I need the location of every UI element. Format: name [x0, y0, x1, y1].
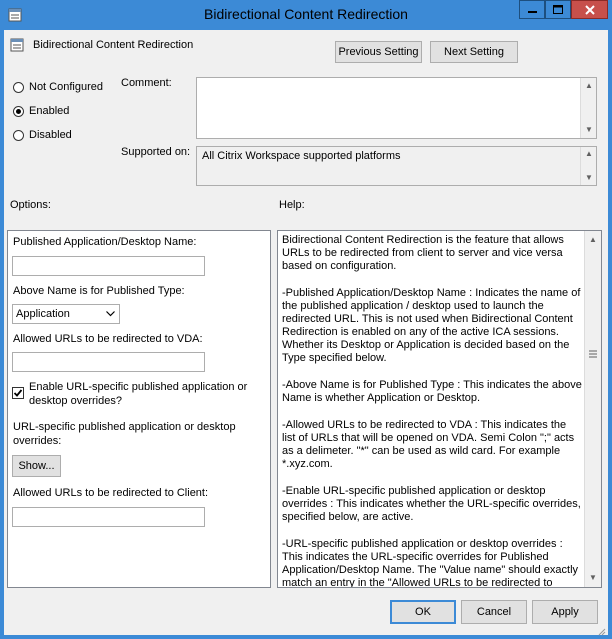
scroll-down-icon[interactable]: ▼	[581, 125, 597, 135]
comment-input[interactable]: ▲ ▼	[196, 77, 597, 139]
ok-button[interactable]: OK	[390, 600, 456, 624]
minimize-icon	[528, 11, 537, 13]
radio-not-configured-label: Not Configured	[29, 81, 103, 93]
enable-override-checkbox[interactable]	[12, 387, 24, 399]
cancel-button[interactable]: Cancel	[461, 600, 527, 624]
supported-label: Supported on:	[121, 146, 191, 158]
radio-enabled[interactable]	[13, 106, 24, 117]
scroll-up-icon[interactable]: ▲	[581, 81, 597, 91]
help-paragraph: -Published Application/Desktop Name : In…	[282, 287, 581, 364]
comment-label: Comment:	[121, 77, 172, 89]
help-paragraph: -URL-specific published application or d…	[282, 538, 579, 588]
scroll-down-icon[interactable]: ▼	[585, 573, 601, 583]
supported-field: All Citrix Workspace supported platforms…	[196, 146, 597, 186]
scroll-up-icon[interactable]: ▲	[581, 149, 597, 159]
apply-button[interactable]: Apply	[532, 600, 598, 624]
checkmark-icon	[13, 389, 23, 397]
app-name-input[interactable]	[12, 256, 205, 276]
help-paragraph: -Enable URL-specific published applicati…	[282, 485, 581, 523]
maximize-button[interactable]	[545, 0, 571, 19]
scroll-up-icon[interactable]: ▲	[585, 235, 601, 245]
minimize-button[interactable]	[519, 0, 545, 19]
maximize-icon	[553, 5, 563, 14]
close-button[interactable]	[571, 0, 608, 19]
vda-urls-input[interactable]	[12, 352, 205, 372]
chevron-down-icon	[106, 311, 115, 317]
help-paragraph: Bidirectional Content Redirection is the…	[282, 234, 564, 272]
radio-not-configured[interactable]	[13, 82, 24, 93]
options-panel	[7, 230, 271, 588]
enable-override-label-line1: Enable URL-specific published applicatio…	[29, 381, 248, 393]
type-label: Above Name is for Published Type:	[13, 285, 185, 297]
radio-disabled[interactable]	[13, 130, 24, 141]
help-panel: Bidirectional Content Redirection is the…	[277, 230, 602, 588]
supported-scrollbar[interactable]: ▲ ▼	[580, 147, 596, 185]
vda-urls-label: Allowed URLs to be redirected to VDA:	[13, 333, 203, 345]
help-paragraph: -Allowed URLs to be redirected to VDA : …	[282, 419, 575, 470]
show-button[interactable]: Show...	[12, 455, 61, 477]
supported-value: All Citrix Workspace supported platforms	[202, 150, 401, 162]
type-select-value: Application	[16, 308, 70, 320]
help-text: Bidirectional Content Redirection is the…	[282, 234, 582, 588]
overrides-label-line1: URL-specific published application or de…	[13, 421, 236, 433]
help-label: Help:	[279, 199, 305, 211]
next-setting-button[interactable]: Next Setting	[430, 41, 518, 63]
client-urls-label: Allowed URLs to be redirected to Client:	[13, 487, 209, 499]
comment-scrollbar[interactable]: ▲ ▼	[580, 78, 596, 138]
type-select[interactable]: Application	[12, 304, 120, 324]
setting-icon	[10, 38, 24, 55]
close-icon	[585, 5, 595, 15]
scroll-thumb-grip-icon[interactable]	[589, 349, 597, 359]
setting-name: Bidirectional Content Redirection	[33, 39, 194, 51]
resize-grip-icon[interactable]	[596, 626, 606, 636]
scroll-down-icon[interactable]: ▼	[581, 173, 597, 183]
radio-disabled-label: Disabled	[29, 129, 72, 141]
options-label: Options:	[10, 199, 51, 211]
help-scrollbar[interactable]: ▲ ▼	[584, 231, 601, 587]
previous-setting-button[interactable]: Previous Setting	[335, 41, 422, 63]
overrides-label-line2: overrides:	[13, 435, 62, 447]
radio-enabled-label: Enabled	[29, 105, 70, 117]
client-urls-input[interactable]	[12, 507, 205, 527]
help-paragraph: -Above Name is for Published Type : This…	[282, 379, 582, 404]
enable-override-label-line2: desktop overrides?	[29, 395, 122, 407]
app-name-label: Published Application/Desktop Name:	[13, 236, 197, 248]
